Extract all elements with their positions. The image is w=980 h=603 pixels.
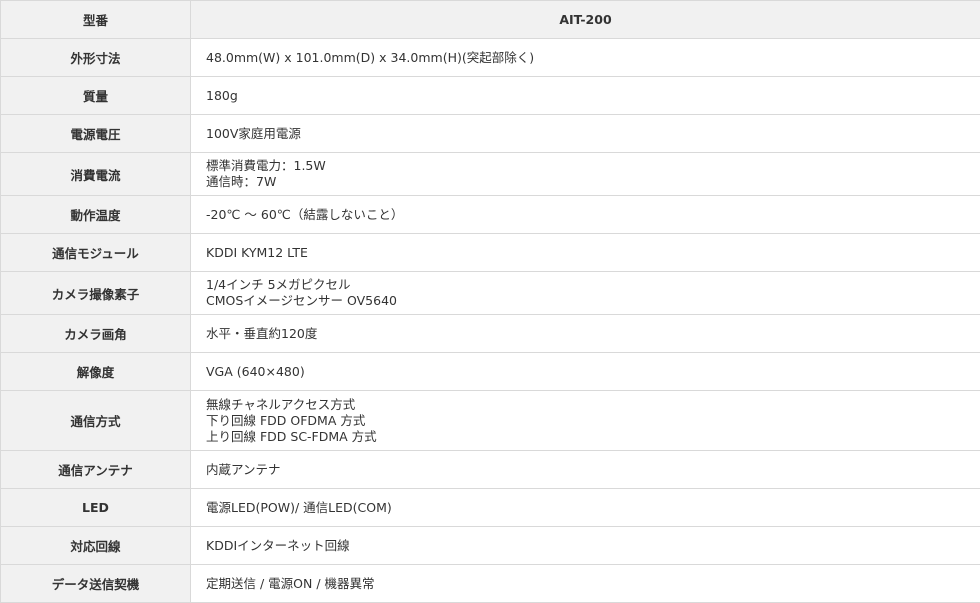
spec-row-dimensions: 外形寸法 48.0mm(W) x 101.0mm(D) x 34.0mm(H)(… xyxy=(1,39,980,77)
spec-value-line: 下り回線 FDD OFDMA 方式 xyxy=(206,413,980,429)
spec-value: KDDI KYM12 LTE xyxy=(191,234,980,272)
header-row: 型番 AIT-200 xyxy=(1,1,980,39)
spec-label: 外形寸法 xyxy=(1,39,191,77)
spec-value: 標準消費電力：1.5W 通信時：7W xyxy=(191,153,980,196)
spec-value-line: 100V家庭用電源 xyxy=(206,126,980,142)
spec-label: 対応回線 xyxy=(1,527,191,565)
spec-label: 解像度 xyxy=(1,353,191,391)
spec-value-line: 180g xyxy=(206,88,980,104)
spec-row-voltage: 電源電圧 100V家庭用電源 xyxy=(1,115,980,153)
spec-value: VGA (640×480) xyxy=(191,353,980,391)
spec-label: 通信アンテナ xyxy=(1,451,191,489)
spec-value-line: 1/4インチ 5メガピクセル xyxy=(206,277,980,293)
spec-value: 電源LED(POW)/ 通信LED(COM) xyxy=(191,489,980,527)
spec-value: 定期送信 / 電源ON / 機器異常 xyxy=(191,565,980,603)
spec-row-module: 通信モジュール KDDI KYM12 LTE xyxy=(1,234,980,272)
spec-value-line: 通信時：7W xyxy=(206,174,980,190)
spec-value: -20℃ 〜 60℃（結露しないこと） xyxy=(191,196,980,234)
spec-table: 型番 AIT-200 外形寸法 48.0mm(W) x 101.0mm(D) x… xyxy=(0,0,980,603)
spec-row-antenna: 通信アンテナ 内蔵アンテナ xyxy=(1,451,980,489)
spec-value-line: KDDI KYM12 LTE xyxy=(206,245,980,261)
spec-row-trigger: データ送信契機 定期送信 / 電源ON / 機器異常 xyxy=(1,565,980,603)
model-label: 型番 xyxy=(1,1,191,39)
spec-value-line: CMOSイメージセンサー OV5640 xyxy=(206,293,980,309)
spec-label: 通信方式 xyxy=(1,391,191,451)
spec-label: カメラ画角 xyxy=(1,315,191,353)
spec-label: データ送信契機 xyxy=(1,565,191,603)
spec-row-temperature: 動作温度 -20℃ 〜 60℃（結露しないこと） xyxy=(1,196,980,234)
spec-value-line: 標準消費電力：1.5W xyxy=(206,158,980,174)
spec-value: 180g xyxy=(191,77,980,115)
spec-row-resolution: 解像度 VGA (640×480) xyxy=(1,353,980,391)
spec-value-line: 水平・垂直約120度 xyxy=(206,326,980,342)
spec-label: 通信モジュール xyxy=(1,234,191,272)
spec-value-line: 上り回線 FDD SC-FDMA 方式 xyxy=(206,429,980,445)
spec-value-line: 定期送信 / 電源ON / 機器異常 xyxy=(206,576,980,592)
spec-label: LED xyxy=(1,489,191,527)
model-value: AIT-200 xyxy=(191,1,980,39)
spec-value-line: KDDIインターネット回線 xyxy=(206,538,980,554)
spec-value-line: 無線チャネルアクセス方式 xyxy=(206,397,980,413)
spec-value: 無線チャネルアクセス方式 下り回線 FDD OFDMA 方式 上り回線 FDD … xyxy=(191,391,980,451)
spec-value-line: 電源LED(POW)/ 通信LED(COM) xyxy=(206,500,980,516)
spec-row-weight: 質量 180g xyxy=(1,77,980,115)
spec-label: カメラ撮像素子 xyxy=(1,272,191,315)
spec-value: 1/4インチ 5メガピクセル CMOSイメージセンサー OV5640 xyxy=(191,272,980,315)
spec-label: 電源電圧 xyxy=(1,115,191,153)
spec-row-line: 対応回線 KDDIインターネット回線 xyxy=(1,527,980,565)
spec-row-led: LED 電源LED(POW)/ 通信LED(COM) xyxy=(1,489,980,527)
spec-value-line: 48.0mm(W) x 101.0mm(D) x 34.0mm(H)(突起部除く… xyxy=(206,50,980,66)
spec-label: 消費電流 xyxy=(1,153,191,196)
spec-value: 水平・垂直約120度 xyxy=(191,315,980,353)
spec-row-angle: カメラ画角 水平・垂直約120度 xyxy=(1,315,980,353)
spec-value-line: -20℃ 〜 60℃（結露しないこと） xyxy=(206,207,980,223)
spec-row-sensor: カメラ撮像素子 1/4インチ 5メガピクセル CMOSイメージセンサー OV56… xyxy=(1,272,980,315)
spec-label: 質量 xyxy=(1,77,191,115)
spec-label: 動作温度 xyxy=(1,196,191,234)
spec-value-line: VGA (640×480) xyxy=(206,364,980,380)
spec-row-current: 消費電流 標準消費電力：1.5W 通信時：7W xyxy=(1,153,980,196)
spec-value: 48.0mm(W) x 101.0mm(D) x 34.0mm(H)(突起部除く… xyxy=(191,39,980,77)
spec-value: 100V家庭用電源 xyxy=(191,115,980,153)
spec-row-comm-method: 通信方式 無線チャネルアクセス方式 下り回線 FDD OFDMA 方式 上り回線… xyxy=(1,391,980,451)
spec-value-line: 内蔵アンテナ xyxy=(206,462,980,478)
spec-value: 内蔵アンテナ xyxy=(191,451,980,489)
spec-value: KDDIインターネット回線 xyxy=(191,527,980,565)
